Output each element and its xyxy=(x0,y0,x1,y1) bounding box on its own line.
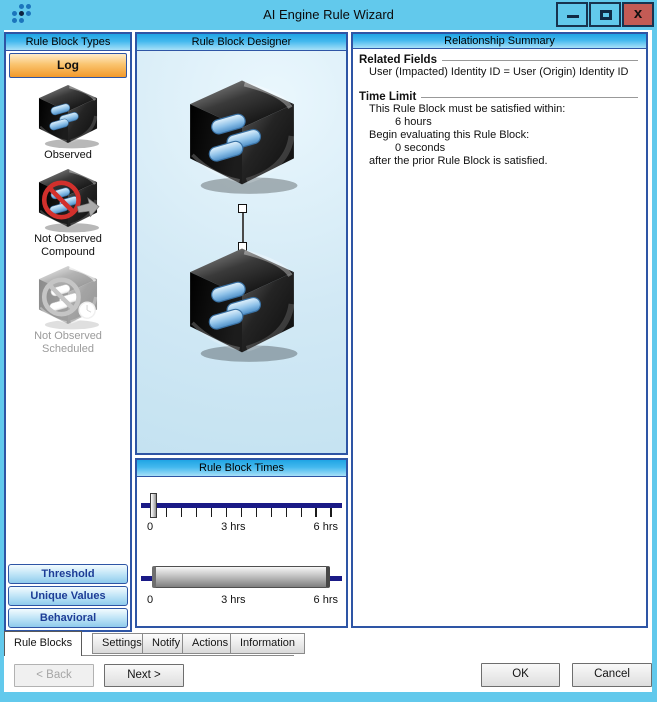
time-limit-line3: after the prior Rule Block is satisfied. xyxy=(369,155,548,167)
time-limit-section-title: Time Limit xyxy=(359,91,638,103)
begin-label-max: 6 hrs xyxy=(313,521,338,533)
cancel-button[interactable]: Cancel xyxy=(572,663,652,687)
time-limit-line2: Begin evaluating this Rule Block: xyxy=(369,129,530,141)
section-divider xyxy=(441,60,638,61)
not-observed-compound-label-line1: Not Observed xyxy=(34,233,102,245)
observed-label: Observed xyxy=(44,149,92,161)
log-type-button[interactable]: Log xyxy=(9,53,127,78)
next-button[interactable]: Next > xyxy=(104,664,184,687)
behavioral-type-button[interactable]: Behavioral xyxy=(8,608,128,628)
rule-block-types-panel: Rule Block Types Log Observed Not Observ… xyxy=(4,32,132,632)
within-slider-range-bar[interactable] xyxy=(152,566,330,588)
related-fields-section-title: Related Fields xyxy=(359,54,638,66)
unique-values-type-button[interactable]: Unique Values xyxy=(8,586,128,606)
observed-type-item[interactable]: Observed xyxy=(29,78,107,162)
not-observed-scheduled-label-line2: Scheduled xyxy=(42,343,94,355)
not-observed-scheduled-cube-icon xyxy=(37,264,101,330)
not-observed-compound-label-line2: Compound xyxy=(41,246,95,258)
minimize-button[interactable] xyxy=(556,2,588,27)
time-limit-line1: This Rule Block must be satisfied within… xyxy=(369,103,566,115)
rule-block-times-header: Rule Block Times xyxy=(137,460,346,477)
within-label-max: 6 hrs xyxy=(313,594,338,606)
related-fields-value: User (Impacted) Identity ID = User (Orig… xyxy=(369,66,629,78)
time-limit-value2: 0 seconds xyxy=(395,142,446,154)
connector-handle-top[interactable] xyxy=(238,204,247,213)
observed-cube-icon xyxy=(37,83,101,149)
designer-canvas[interactable] xyxy=(137,51,346,453)
time-limit-value1: 6 hours xyxy=(395,116,432,128)
minimize-icon xyxy=(567,15,579,18)
begin-label-0: 0 xyxy=(147,521,154,533)
rule-block-types-header: Rule Block Types xyxy=(6,34,130,51)
tab-rule-blocks[interactable]: Rule Blocks xyxy=(4,631,83,656)
maximize-icon xyxy=(600,10,612,20)
relationship-summary-header: Relationship Summary xyxy=(353,34,646,49)
relationship-summary-panel: Relationship Summary Related Fields User… xyxy=(351,32,648,628)
not-observed-compound-type-item[interactable]: Not Observed Compound xyxy=(29,162,107,259)
maximize-button[interactable] xyxy=(589,2,621,27)
begin-slider-thumb[interactable] xyxy=(150,493,157,518)
rule-block-designer-panel: Rule Block Designer xyxy=(135,32,348,455)
tab-information[interactable]: Information xyxy=(230,633,306,654)
close-button[interactable]: x xyxy=(622,2,654,27)
begin-label-mid: 3 hrs xyxy=(221,521,246,533)
within-label-0: 0 xyxy=(147,594,154,606)
within-label-mid: 3 hrs xyxy=(221,594,246,606)
not-observed-scheduled-label-line1: Not Observed xyxy=(34,330,102,342)
within-slider-labels: 0 3 hrs 6 hrs xyxy=(147,594,338,606)
back-button[interactable]: < Back xyxy=(14,664,94,687)
rule-block-1-cube-icon[interactable] xyxy=(177,77,307,195)
not-observed-compound-cube-icon xyxy=(37,167,101,233)
title-bar[interactable]: AI Engine Rule Wizard x xyxy=(0,0,657,30)
not-observed-scheduled-type-item: Not Observed Scheduled xyxy=(29,259,107,356)
threshold-type-button[interactable]: Threshold xyxy=(8,564,128,584)
ai-engine-rule-wizard-window: AI Engine Rule Wizard x Rule Block Types… xyxy=(0,0,657,702)
begin-slider-ticks xyxy=(151,508,332,517)
rule-block-designer-header: Rule Block Designer xyxy=(137,34,346,51)
rule-block-times-panel: Rule Block Times 0 3 hrs 6 hrs 0 3 hrs 6… xyxy=(135,458,348,628)
section-divider xyxy=(421,97,638,98)
ok-button[interactable]: OK xyxy=(481,663,560,687)
begin-slider-labels: 0 3 hrs 6 hrs xyxy=(147,521,338,533)
rule-block-2-cube-icon[interactable] xyxy=(177,245,307,363)
